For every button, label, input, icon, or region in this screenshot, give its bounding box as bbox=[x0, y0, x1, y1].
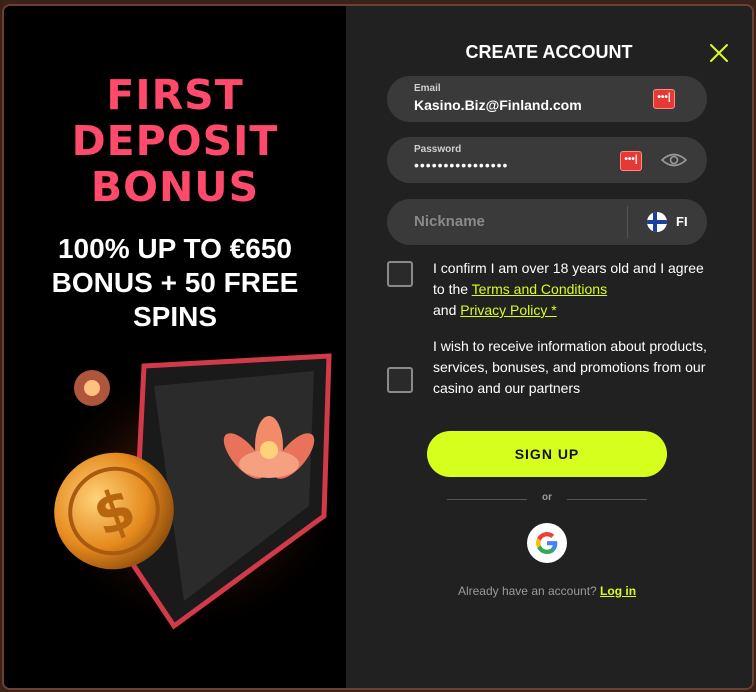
marketing-text: I wish to receive information about prod… bbox=[433, 338, 707, 396]
terms-link[interactable]: Terms and Conditions bbox=[472, 281, 607, 297]
divider-line bbox=[567, 499, 647, 500]
promo-illustration: $ bbox=[34, 353, 344, 636]
login-prompt-label: Already have an account? bbox=[457, 584, 597, 598]
form-title: CREATE ACCOUNT bbox=[465, 42, 633, 62]
age-terms-checkbox[interactable] bbox=[387, 261, 413, 287]
form-panel: CREATE ACCOUNT Email Kasino.Biz@Finland.… bbox=[346, 6, 752, 688]
or-label: or bbox=[542, 492, 552, 503]
email-label: Email bbox=[414, 83, 441, 94]
eye-icon[interactable] bbox=[661, 151, 687, 169]
email-field[interactable]: Email Kasino.Biz@Finland.com •••| bbox=[387, 76, 707, 122]
password-label: Password bbox=[414, 144, 462, 155]
signup-modal: FIRST DEPOSIT BONUS 100% UP TO €650 BONU… bbox=[4, 6, 752, 688]
nickname-field[interactable]: Nickname FI bbox=[387, 199, 707, 245]
sign-up-button[interactable]: SIGN UP bbox=[427, 431, 667, 477]
promo-title-line: BONUS bbox=[90, 163, 260, 211]
google-icon bbox=[536, 532, 558, 554]
age-terms-text: I confirm I am over 18 years old and I a… bbox=[433, 258, 708, 321]
privacy-policy-link[interactable]: Privacy Policy * bbox=[460, 302, 556, 318]
password-manager-icon[interactable]: •••| bbox=[653, 89, 675, 109]
google-signin-button[interactable] bbox=[527, 523, 567, 563]
close-icon[interactable] bbox=[708, 42, 730, 64]
login-link[interactable]: Log in bbox=[600, 584, 636, 598]
promo-title: FIRST DEPOSIT BONUS bbox=[4, 72, 346, 210]
email-input[interactable]: Kasino.Biz@Finland.com bbox=[414, 97, 582, 113]
password-manager-icon[interactable]: •••| bbox=[620, 151, 642, 171]
promo-title-line: FIRST bbox=[106, 71, 244, 119]
promo-title-line: DEPOSIT bbox=[71, 117, 279, 165]
login-prompt: Already have an account? Log in bbox=[346, 584, 748, 598]
finland-flag-icon[interactable] bbox=[647, 212, 667, 232]
password-input[interactable]: •••••••••••••••• bbox=[414, 157, 508, 173]
nickname-input[interactable]: Nickname bbox=[414, 213, 485, 230]
language-selector[interactable]: FI bbox=[676, 214, 688, 229]
promo-panel: FIRST DEPOSIT BONUS 100% UP TO €650 BONU… bbox=[4, 6, 346, 688]
promo-subtitle: 100% UP TO €650 BONUS + 50 FREE SPINS bbox=[51, 233, 299, 332]
and-label: and bbox=[433, 302, 457, 318]
password-field[interactable]: Password •••••••••••••••• •••| bbox=[387, 137, 707, 183]
small-flower-icon bbox=[74, 370, 110, 406]
marketing-checkbox[interactable] bbox=[387, 367, 413, 393]
field-divider bbox=[627, 206, 628, 238]
